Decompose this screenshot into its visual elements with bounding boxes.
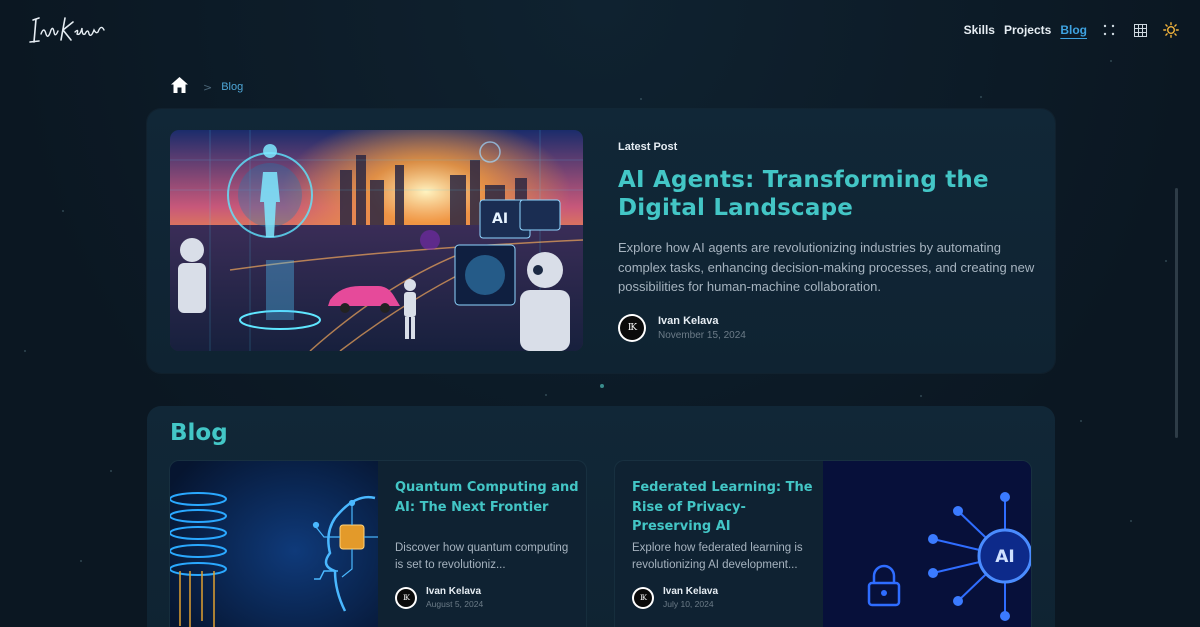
latest-post-title[interactable]: AI Agents: Transforming the Digital Land… <box>618 166 1018 222</box>
main-nav: Skills Projects Blog <box>955 21 1180 39</box>
latest-post-kicker: Latest Post <box>618 141 678 153</box>
dots-icon[interactable] <box>1100 21 1118 39</box>
breadcrumb: > Blog <box>170 76 243 98</box>
grid-icon[interactable] <box>1131 21 1149 39</box>
blog-heading: Blog <box>170 420 228 446</box>
post-date: November 15, 2024 <box>658 330 746 341</box>
divider-dot <box>600 384 604 388</box>
post-date: July 10, 2024 <box>663 599 714 609</box>
post-author: IK Ivan Kelava August 5, 2024 <box>395 586 483 609</box>
post-thumbnail[interactable]: AI <box>823 461 1031 627</box>
avatar-initials: IK <box>397 588 415 607</box>
post-excerpt: Discover how quantum computing is set to… <box>395 542 569 571</box>
latest-post-excerpt: Explore how AI agents are revolutionizin… <box>618 240 1035 294</box>
nav-blog[interactable]: Blog <box>1060 23 1087 37</box>
sun-icon[interactable] <box>1162 21 1180 39</box>
nav-skills[interactable]: Skills <box>964 23 995 37</box>
avatar: IK <box>618 314 646 342</box>
home-icon[interactable] <box>170 76 189 98</box>
post-title[interactable]: Quantum Computing and AI: The Next Front… <box>395 478 580 517</box>
author-name: Ivan Kelava <box>663 586 719 597</box>
author-name: Ivan Kelava <box>426 586 482 597</box>
site-logo[interactable] <box>27 12 107 48</box>
latest-post-image[interactable]: AI <box>170 130 583 351</box>
nav-projects[interactable]: Projects <box>1004 23 1051 37</box>
author-name: Ivan Kelava <box>658 315 719 327</box>
avatar: IK <box>632 586 654 609</box>
latest-post-card[interactable]: AI Latest Post AI Agents: Transforming t… <box>147 109 1055 373</box>
latest-post-author: IK Ivan Kelava November 15, 2024 <box>618 314 746 342</box>
post-author: IK Ivan Kelava July 10, 2024 <box>632 586 718 609</box>
avatar: IK <box>395 586 417 609</box>
thumb-ai-label: AI <box>995 547 1014 567</box>
hero-ai-label: AI <box>492 211 508 227</box>
avatar-initials: IK <box>634 588 652 607</box>
avatar-initials: IK <box>620 316 644 340</box>
breadcrumb-current[interactable]: Blog <box>221 81 243 93</box>
blog-post-card[interactable]: Federated Learning: The Rise of Privacy-… <box>615 461 1031 627</box>
blog-section: Blog Quantum Computing and AI: The Next … <box>147 406 1055 627</box>
breadcrumb-separator: > <box>203 80 213 94</box>
blog-post-card[interactable]: Quantum Computing and AI: The Next Front… <box>170 461 586 627</box>
page-scrollbar[interactable] <box>1175 188 1178 438</box>
post-excerpt: Explore how federated learning is revolu… <box>632 542 803 571</box>
post-title[interactable]: Federated Learning: The Rise of Privacy-… <box>632 478 817 537</box>
post-date: August 5, 2024 <box>426 599 484 609</box>
post-thumbnail[interactable] <box>170 461 378 627</box>
signature-logo-icon <box>29 17 105 43</box>
